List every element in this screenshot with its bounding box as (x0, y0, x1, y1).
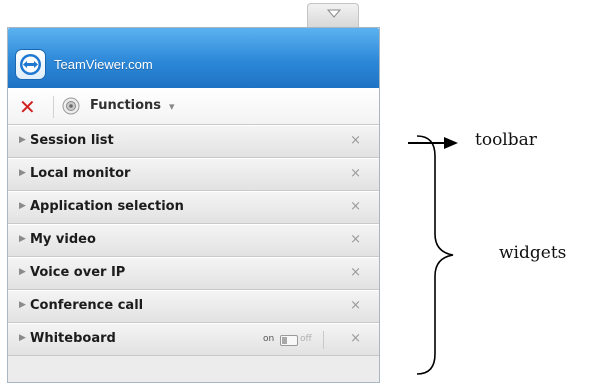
close-icon[interactable]: × (350, 199, 361, 214)
close-icon[interactable]: × (350, 166, 361, 181)
expand-arrow-icon[interactable]: ▶ (19, 300, 26, 310)
widget-label: My video (30, 232, 96, 247)
expand-arrow-icon[interactable]: ▶ (19, 333, 26, 343)
widget-my-video[interactable]: ▶ My video × (8, 224, 379, 257)
widget-voice-over-ip[interactable]: ▶ Voice over IP × (8, 257, 379, 290)
collapse-arrow-icon (326, 9, 342, 18)
widget-conference-call[interactable]: ▶ Conference call × (8, 290, 379, 323)
teamviewer-panel: TeamViewer.com ✕ Functions ▾ ▶ Session l… (7, 27, 380, 383)
widgets-annotation: widgets (499, 243, 567, 263)
close-icon[interactable]: × (350, 331, 361, 346)
widget-label: Conference call (30, 298, 144, 313)
expand-arrow-icon[interactable]: ▶ (19, 201, 26, 211)
toggle-divider (323, 331, 324, 349)
toggle-on-label: on (263, 334, 275, 344)
toolbar-annotation: toolbar (475, 130, 537, 150)
toolbar: ✕ Functions ▾ (8, 88, 379, 125)
functions-menu-button[interactable]: Functions ▾ (62, 95, 202, 119)
expand-arrow-icon[interactable]: ▶ (19, 234, 26, 244)
widget-list: ▶ Session list × ▶ Local monitor × ▶ App… (8, 125, 379, 356)
functions-label: Functions (90, 98, 162, 113)
teamviewer-logo (16, 50, 45, 79)
expand-arrow-icon[interactable]: ▶ (19, 135, 26, 145)
widget-label: Voice over IP (30, 265, 126, 280)
toggle-switch[interactable] (280, 335, 298, 346)
expand-arrow-icon[interactable]: ▶ (19, 168, 26, 178)
toolbar-divider (53, 96, 54, 118)
widget-application-selection[interactable]: ▶ Application selection × (8, 191, 379, 224)
brand-label: TeamViewer.com (54, 57, 153, 72)
collapse-panel-tab[interactable] (307, 3, 359, 27)
widget-label: Application selection (30, 199, 184, 214)
whiteboard-toggle[interactable]: on off (263, 331, 343, 349)
widget-label: Local monitor (30, 166, 131, 181)
functions-icon (62, 97, 80, 115)
widget-local-monitor[interactable]: ▶ Local monitor × (8, 158, 379, 191)
widget-label: Session list (30, 133, 114, 148)
toggle-off-label: off (300, 334, 312, 344)
close-icon[interactable]: × (350, 232, 361, 247)
annotation-brace (416, 135, 454, 375)
widget-label: Whiteboard (30, 331, 116, 346)
widget-whiteboard[interactable]: ▶ Whiteboard on off × (8, 323, 379, 356)
panel-header: TeamViewer.com (8, 28, 379, 88)
teamviewer-logo-icon (20, 54, 41, 75)
close-icon[interactable]: × (350, 265, 361, 280)
close-icon[interactable]: × (350, 298, 361, 313)
close-icon[interactable]: ✕ (19, 97, 36, 117)
widget-session-list[interactable]: ▶ Session list × (8, 125, 379, 158)
expand-arrow-icon[interactable]: ▶ (19, 267, 26, 277)
chevron-down-icon: ▾ (169, 100, 175, 113)
close-icon[interactable]: × (350, 133, 361, 148)
